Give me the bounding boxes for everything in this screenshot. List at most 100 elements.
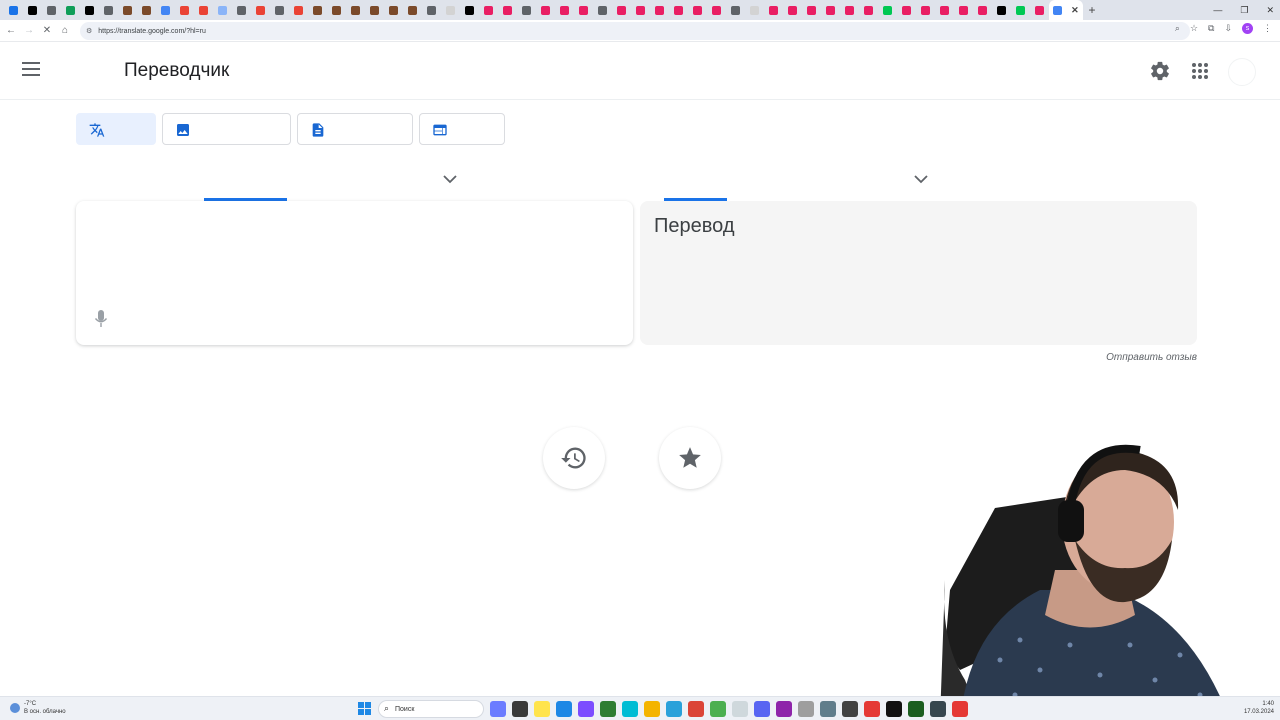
taskbar-app-icon[interactable] <box>600 701 616 717</box>
browser-tab[interactable] <box>4 0 23 20</box>
restore-icon[interactable]: ❐ <box>1240 5 1248 16</box>
site-info-icon[interactable]: ⚙ <box>86 27 92 35</box>
forward-icon[interactable]: → <box>20 25 38 36</box>
browser-tab[interactable] <box>631 0 650 20</box>
browser-tab[interactable] <box>498 0 517 20</box>
google-apps-icon[interactable] <box>1192 63 1208 79</box>
browser-tab[interactable] <box>251 0 270 20</box>
browser-tab[interactable] <box>23 0 42 20</box>
browser-tab[interactable] <box>1030 0 1049 20</box>
browser-tab[interactable] <box>612 0 631 20</box>
browser-tab[interactable] <box>707 0 726 20</box>
browser-tab[interactable] <box>992 0 1011 20</box>
profile-avatar-icon[interactable]: s <box>1242 23 1253 34</box>
taskbar-app-icon[interactable] <box>490 701 506 717</box>
settings-gear-icon[interactable] <box>1149 60 1171 82</box>
browser-tab[interactable] <box>99 0 118 20</box>
source-language-dropdown-chevron-down-icon[interactable] <box>443 174 457 184</box>
browser-tab[interactable] <box>422 0 441 20</box>
taskbar-app-icon[interactable] <box>710 701 726 717</box>
browser-tab[interactable] <box>232 0 251 20</box>
tab-close-icon[interactable]: ✕ <box>1071 5 1079 16</box>
browser-tab[interactable] <box>479 0 498 20</box>
browser-tab[interactable] <box>954 0 973 20</box>
extensions-icon[interactable]: ⧉ <box>1208 23 1214 34</box>
browser-tab[interactable] <box>973 0 992 20</box>
taskbar-app-icon[interactable] <box>512 701 528 717</box>
send-feedback-link[interactable]: Отправить отзыв <box>1060 352 1197 363</box>
taskbar-app-icon[interactable] <box>930 701 946 717</box>
browser-tab[interactable] <box>764 0 783 20</box>
taskbar-app-icon[interactable] <box>952 701 968 717</box>
browser-tab[interactable] <box>156 0 175 20</box>
windows-start-icon[interactable] <box>358 702 371 715</box>
taskbar-app-icon[interactable] <box>644 701 660 717</box>
new-tab-button[interactable]: + <box>1083 3 1101 17</box>
browser-tab[interactable] <box>137 0 156 20</box>
browser-tab[interactable] <box>1011 0 1030 20</box>
target-language-dropdown-chevron-down-icon[interactable] <box>914 174 928 184</box>
browser-tab[interactable] <box>194 0 213 20</box>
taskbar-app-icon[interactable] <box>820 701 836 717</box>
taskbar-app-icon[interactable] <box>864 701 880 717</box>
close-window-icon[interactable]: ✕ <box>1266 5 1274 16</box>
browser-tab[interactable] <box>270 0 289 20</box>
browser-tab[interactable] <box>840 0 859 20</box>
browser-tab[interactable] <box>517 0 536 20</box>
microphone-icon[interactable] <box>94 309 108 329</box>
taskbar-app-icon[interactable] <box>578 701 594 717</box>
taskbar-app-icon[interactable] <box>886 701 902 717</box>
weather-widget[interactable]: -7°C В осн. облачно <box>10 700 66 716</box>
taskbar-search-box[interactable]: Поиск <box>378 700 484 718</box>
browser-tab[interactable] <box>726 0 745 20</box>
browser-tab[interactable] <box>365 0 384 20</box>
address-bar[interactable]: ⚙ https://translate.google.com/?hl=ru <box>80 22 1190 40</box>
browser-tab[interactable] <box>650 0 669 20</box>
browser-tab[interactable] <box>118 0 137 20</box>
browser-tab[interactable] <box>555 0 574 20</box>
browser-tab[interactable] <box>213 0 232 20</box>
browser-tab[interactable] <box>384 0 403 20</box>
browser-tab[interactable] <box>745 0 764 20</box>
taskbar-app-icon[interactable] <box>732 701 748 717</box>
taskbar-app-icon[interactable] <box>842 701 858 717</box>
account-avatar[interactable] <box>1228 58 1256 86</box>
tab-documents[interactable] <box>297 113 413 145</box>
browser-tab[interactable] <box>346 0 365 20</box>
zoom-icon[interactable]: ⌕ <box>1175 23 1180 34</box>
system-clock[interactable]: 1:40 17.03.2024 <box>1244 700 1274 716</box>
browser-tab[interactable] <box>574 0 593 20</box>
taskbar-app-icon[interactable] <box>798 701 814 717</box>
stop-loading-icon[interactable]: ✕ <box>38 25 56 36</box>
taskbar-app-icon[interactable] <box>666 701 682 717</box>
taskbar-app-icon[interactable] <box>534 701 550 717</box>
browser-tab[interactable] <box>536 0 555 20</box>
browser-menu-icon[interactable]: ⋮ <box>1263 23 1272 34</box>
browser-tab[interactable] <box>403 0 422 20</box>
browser-tab[interactable] <box>460 0 479 20</box>
browser-tab[interactable] <box>441 0 460 20</box>
browser-tab[interactable] <box>289 0 308 20</box>
browser-tab[interactable] <box>802 0 821 20</box>
source-text-area[interactable] <box>76 201 633 345</box>
taskbar-app-icon[interactable] <box>908 701 924 717</box>
browser-tab[interactable] <box>80 0 99 20</box>
main-menu-icon[interactable] <box>22 62 40 76</box>
tab-images[interactable] <box>162 113 291 145</box>
browser-tab[interactable] <box>688 0 707 20</box>
taskbar-app-icon[interactable] <box>556 701 572 717</box>
back-icon[interactable]: ← <box>2 25 20 36</box>
browser-tab[interactable] <box>916 0 935 20</box>
browser-tab[interactable] <box>308 0 327 20</box>
browser-tab[interactable] <box>42 0 61 20</box>
browser-tab[interactable] <box>175 0 194 20</box>
tab-websites[interactable] <box>419 113 505 145</box>
browser-tab[interactable] <box>61 0 80 20</box>
history-button[interactable] <box>543 427 605 489</box>
browser-tab[interactable] <box>878 0 897 20</box>
saved-button[interactable] <box>659 427 721 489</box>
url-text[interactable]: https://translate.google.com/?hl=ru <box>98 28 206 35</box>
taskbar-app-icon[interactable] <box>688 701 704 717</box>
browser-tab[interactable] <box>897 0 916 20</box>
downloads-icon[interactable]: ⇩ <box>1224 23 1232 34</box>
